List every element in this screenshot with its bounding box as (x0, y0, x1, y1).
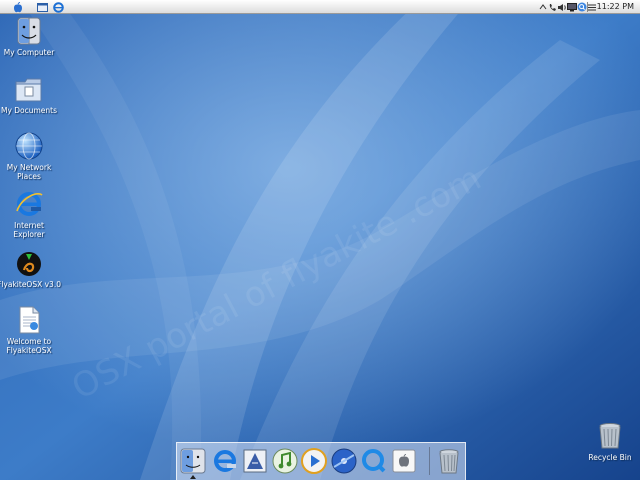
dock (176, 442, 466, 480)
desktop-icon-label: My Computer (3, 48, 55, 57)
network-icon[interactable] (539, 1, 547, 13)
desktop-icon-label: My Network Places (6, 163, 52, 181)
desktop-icon-label: FlyakiteOSX v3.0 (0, 280, 61, 289)
volume-icon[interactable] (557, 1, 567, 13)
quicktime-icon[interactable] (300, 447, 328, 475)
search-icon[interactable] (577, 1, 587, 13)
apple-icon[interactable] (12, 1, 24, 13)
finder-window-icon[interactable] (36, 1, 48, 13)
top-menu-bar: 11:22 PM (0, 0, 640, 14)
finder-icon[interactable] (179, 447, 207, 475)
desktop-icon-welcome[interactable]: Welcome to FlyakiteOSX (0, 305, 61, 355)
my-computer-icon (17, 17, 41, 45)
desktop-icon-my-network-places[interactable]: My Network Places (0, 131, 61, 181)
mail-icon[interactable] (241, 447, 269, 475)
about-apple-icon[interactable] (390, 447, 418, 475)
desktop-icon-my-documents[interactable]: My Documents (0, 74, 61, 115)
internet-explorer-icon[interactable] (211, 447, 239, 475)
monitor-icon[interactable] (567, 1, 577, 13)
internet-explorer-icon (16, 192, 43, 216)
recycle-bin-icon (599, 423, 621, 449)
desktop-icon-recycle-bin[interactable]: Recycle Bin (578, 421, 640, 462)
desktop-icon-label: Internet Explorer (13, 221, 45, 239)
desktop-wallpaper: OSX portal of flyakite .com (0, 0, 640, 480)
dvd-player-icon[interactable] (330, 447, 358, 475)
desktop-icon-label: Welcome to FlyakiteOSX (6, 337, 52, 355)
internet-explorer-icon[interactable] (52, 1, 64, 13)
my-network-places-icon (15, 132, 43, 160)
desktop-icon-label: My Documents (0, 106, 58, 115)
clock[interactable]: 11:22 PM (597, 0, 634, 14)
desktop-icon-flyakite[interactable]: FlyakiteOSX v3.0 (0, 248, 61, 289)
itunes-icon[interactable] (271, 447, 299, 475)
list-icon[interactable] (588, 1, 596, 13)
dock-separator (429, 447, 430, 475)
desktop-icon-my-computer[interactable]: My Computer (0, 16, 61, 57)
desktop-icon-internet-explorer[interactable]: Internet Explorer (0, 189, 61, 239)
tray-divider (587, 2, 588, 12)
running-indicator (190, 475, 196, 479)
quicktime-blue-icon[interactable] (360, 447, 388, 475)
phone-icon[interactable] (548, 1, 557, 13)
trash-icon[interactable] (435, 447, 463, 475)
welcome-document-icon (19, 306, 40, 334)
flyakite-icon (17, 252, 41, 276)
my-documents-icon (15, 78, 42, 102)
desktop-icon-label: Recycle Bin (588, 453, 632, 462)
